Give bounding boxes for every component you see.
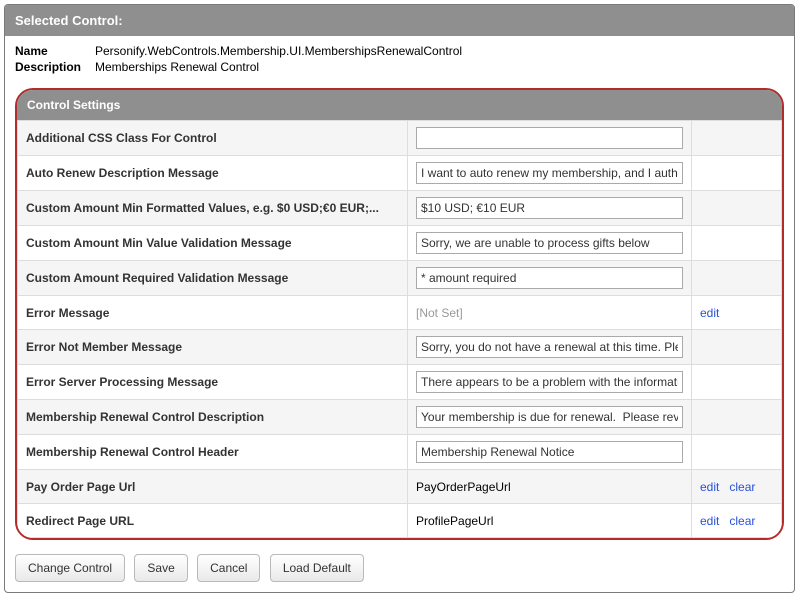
setting-label: Pay Order Page Url — [18, 470, 408, 504]
table-row: Custom Amount Required Validation Messag… — [18, 261, 782, 296]
setting-actions-cell: edit clear — [692, 504, 782, 538]
setting-actions-cell — [692, 156, 782, 191]
clear-link[interactable]: clear — [729, 514, 755, 528]
setting-actions-cell — [692, 400, 782, 435]
setting-label: Redirect Page URL — [18, 504, 408, 538]
setting-label: Custom Amount Min Formatted Values, e.g.… — [18, 191, 408, 226]
table-row: Additional CSS Class For Control — [18, 121, 782, 156]
table-row: Pay Order Page Url PayOrderPageUrl editcle… — [18, 470, 782, 504]
setting-value-cell: [Not Set] — [408, 296, 692, 330]
setting-label: Auto Renew Description Message — [18, 156, 408, 191]
button-bar: Change Control Save Cancel Load Default — [5, 540, 794, 582]
setting-text-value: ProfilePageUrl — [416, 514, 493, 528]
setting-actions-cell — [692, 435, 782, 470]
setting-value-cell — [408, 330, 692, 365]
setting-label: Custom Amount Required Validation Messag… — [18, 261, 408, 296]
table-row: Error Message [Not Set] edit — [18, 296, 782, 330]
meta-name-value: Personify.WebControls.Membership.UI.Memb… — [95, 44, 784, 58]
setting-label: Error Message — [18, 296, 408, 330]
table-row: Redirect Page URL ProfilePageUrl edit clear — [18, 504, 782, 538]
setting-input[interactable] — [416, 336, 683, 358]
edit-link[interactable]: edit — [700, 306, 719, 320]
setting-value-cell — [408, 121, 692, 156]
setting-value-cell — [408, 365, 692, 400]
table-row: Membership Renewal Control Description — [18, 400, 782, 435]
setting-actions-cell — [692, 261, 782, 296]
setting-input[interactable] — [416, 197, 683, 219]
setting-label: Error Server Processing Message — [18, 365, 408, 400]
setting-label: Custom Amount Min Value Validation Messa… — [18, 226, 408, 261]
setting-label: Membership Renewal Control Header — [18, 435, 408, 470]
edit-link[interactable]: edit — [700, 514, 719, 528]
table-row: Auto Renew Description Message — [18, 156, 782, 191]
setting-text-value: PayOrderPageUrl — [416, 480, 511, 494]
edit-link[interactable]: edit — [700, 480, 719, 494]
meta-name-label: Name — [15, 44, 95, 58]
table-row: Membership Renewal Control Header — [18, 435, 782, 470]
change-control-button[interactable]: Change Control — [15, 554, 125, 582]
setting-actions-cell: edit — [692, 296, 782, 330]
setting-input[interactable] — [416, 162, 683, 184]
setting-value-cell — [408, 191, 692, 226]
load-default-button[interactable]: Load Default — [270, 554, 364, 582]
cancel-button[interactable]: Cancel — [197, 554, 260, 582]
setting-value-cell: PayOrderPageUrl — [408, 470, 692, 504]
setting-input[interactable] — [416, 232, 683, 254]
setting-input[interactable] — [416, 371, 683, 393]
setting-value-cell — [408, 400, 692, 435]
table-row: Error Not Member Message — [18, 330, 782, 365]
setting-value-cell — [408, 226, 692, 261]
setting-notset-text: [Not Set] — [416, 306, 463, 320]
setting-input[interactable] — [416, 267, 683, 289]
setting-input[interactable] — [416, 127, 683, 149]
clear-link[interactable]: clear — [729, 480, 755, 494]
setting-label: Additional CSS Class For Control — [18, 121, 408, 156]
setting-value-cell: ProfilePageUrl — [408, 504, 692, 538]
setting-input[interactable] — [416, 406, 683, 428]
setting-actions-cell — [692, 121, 782, 156]
meta-description-label: Description — [15, 60, 95, 74]
setting-label: Membership Renewal Control Description — [18, 400, 408, 435]
setting-value-cell — [408, 261, 692, 296]
setting-value-cell — [408, 435, 692, 470]
control-panel: Selected Control: Name Personify.WebCont… — [4, 4, 795, 593]
setting-actions-cell — [692, 226, 782, 261]
control-settings-section: Control Settings Additional CSS Class Fo… — [15, 88, 784, 540]
save-button[interactable]: Save — [134, 554, 187, 582]
settings-table: Additional CSS Class For ControlAuto Ren… — [17, 120, 782, 538]
selected-control-meta: Name Personify.WebControls.Membership.UI… — [5, 36, 794, 88]
table-row: Error Server Processing Message — [18, 365, 782, 400]
setting-actions-cell — [692, 191, 782, 226]
table-row: Custom Amount Min Value Validation Messa… — [18, 226, 782, 261]
setting-actions-cell — [692, 330, 782, 365]
setting-value-cell — [408, 156, 692, 191]
setting-actions-cell: edit clear — [692, 470, 782, 504]
meta-description-value: Memberships Renewal Control — [95, 60, 784, 74]
control-settings-header: Control Settings — [17, 90, 782, 120]
setting-actions-cell — [692, 365, 782, 400]
table-row: Custom Amount Min Formatted Values, e.g.… — [18, 191, 782, 226]
setting-input[interactable] — [416, 441, 683, 463]
selected-control-header: Selected Control: — [5, 5, 794, 36]
setting-label: Error Not Member Message — [18, 330, 408, 365]
